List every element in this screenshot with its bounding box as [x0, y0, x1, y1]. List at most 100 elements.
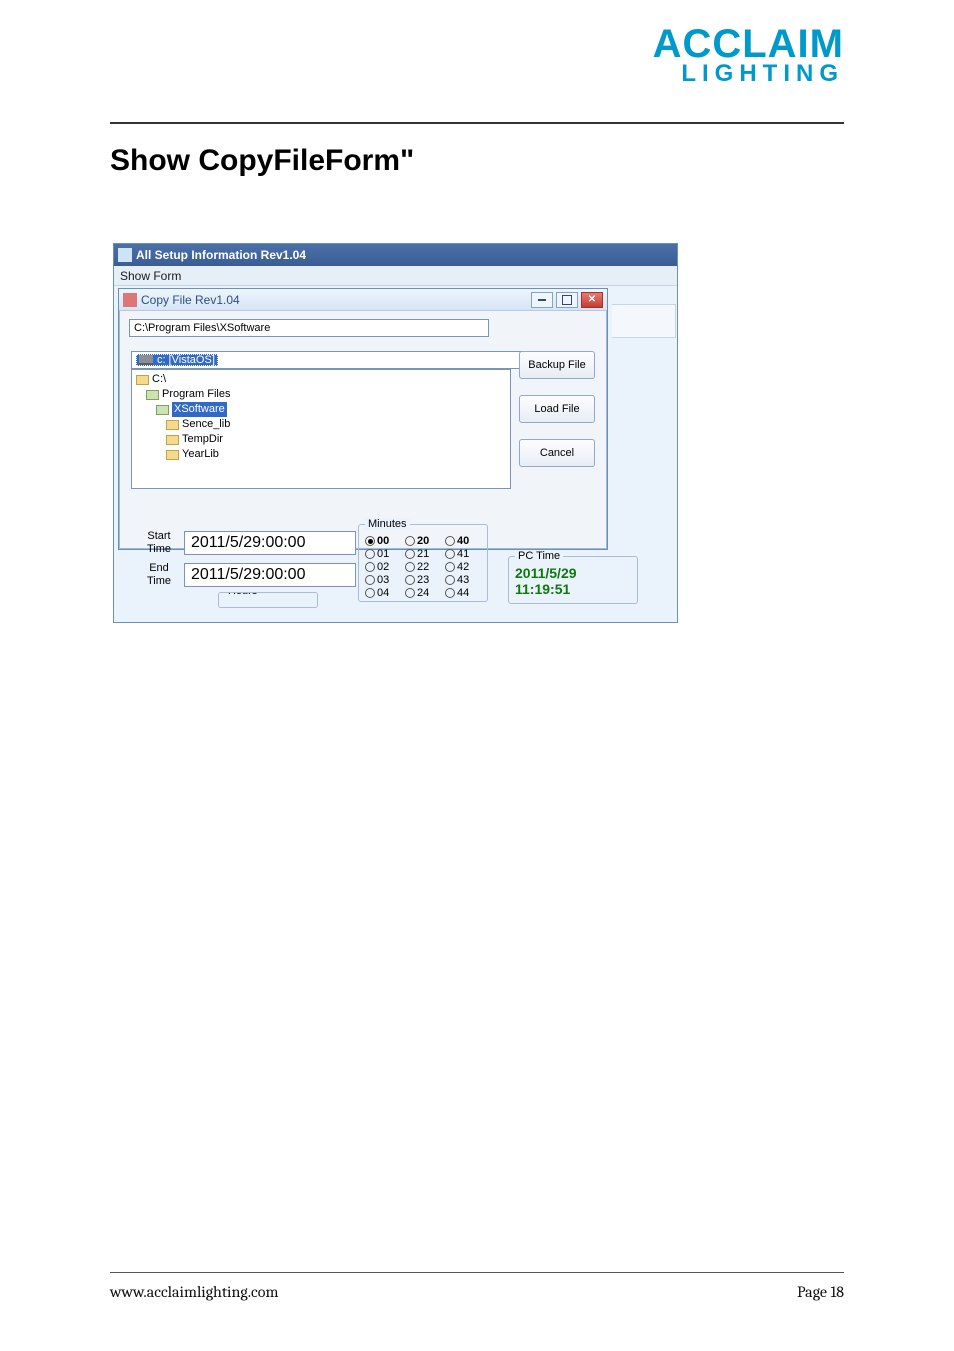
tree-item-label: Program Files [162, 387, 230, 402]
menu-show-form[interactable]: Show Form [120, 269, 181, 283]
minute-option[interactable]: 21 [405, 548, 441, 560]
folder-icon [136, 375, 149, 385]
footer-page: Page 18 [797, 1283, 844, 1301]
inner-window-title: Copy File Rev1.04 [141, 293, 240, 307]
minute-option-label: 03 [377, 574, 389, 586]
window-controls [531, 292, 603, 308]
header-divider [110, 122, 844, 124]
hours-group: Hours [218, 592, 318, 608]
minute-option-label: 21 [417, 548, 429, 560]
minute-option-label: 41 [457, 548, 469, 560]
end-time-label: EndTime [140, 562, 178, 588]
footer-url: www.acclaimlighting.com [110, 1283, 278, 1301]
tree-item[interactable]: C:\ [136, 372, 506, 387]
end-time-field[interactable]: 2011/5/29:00:00 [184, 563, 356, 587]
minute-option-label: 24 [417, 587, 429, 599]
copy-file-window: Copy File Rev1.04 C:\Program Files\XSoft… [118, 288, 608, 550]
time-panel: StartTime 2011/5/29:00:00 EndTime 2011/5… [118, 530, 674, 622]
pc-time-group: PC Time 2011/5/29 11:19:51 [508, 556, 638, 604]
minute-option[interactable]: 41 [445, 548, 481, 560]
tree-item[interactable]: Sence_lib [136, 417, 506, 432]
hours-legend: Hours [225, 592, 260, 597]
load-file-button[interactable]: Load File [519, 395, 595, 423]
radio-icon [365, 562, 375, 572]
folder-tree[interactable]: C:\Program FilesXSoftwareSence_libTempDi… [131, 369, 511, 489]
pc-time-legend: PC Time [515, 550, 563, 562]
cancel-button[interactable]: Cancel [519, 439, 595, 467]
radio-icon [365, 549, 375, 559]
folder-icon [146, 390, 159, 400]
radio-icon [365, 588, 375, 598]
radio-icon [445, 562, 455, 572]
minute-option-label: 22 [417, 561, 429, 573]
minute-option-label: 42 [457, 561, 469, 573]
minute-option-label: 44 [457, 587, 469, 599]
minute-option[interactable]: 23 [405, 574, 441, 586]
brand-logo-sub: LIGHTING [653, 62, 844, 86]
minutes-group: Minutes 002040012141022242032343042444 [358, 524, 488, 602]
minute-option[interactable]: 22 [405, 561, 441, 573]
tree-item-label: Sence_lib [182, 417, 230, 432]
radio-icon [365, 536, 375, 546]
folder-icon [166, 435, 179, 445]
tree-item-label: XSoftware [172, 402, 227, 417]
tree-item[interactable]: XSoftware [136, 402, 506, 417]
path-input[interactable]: C:\Program Files\XSoftware [129, 319, 489, 337]
drive-label: c: [VistaOS] [157, 354, 215, 366]
minute-option[interactable]: 42 [445, 561, 481, 573]
brand-logo-main: ACCLAIM [653, 24, 844, 64]
minute-option[interactable]: 03 [365, 574, 401, 586]
drive-select[interactable]: c: [VistaOS] [131, 351, 541, 369]
brand-logo: ACCLAIM LIGHTING [653, 24, 844, 86]
minute-option-label: 43 [457, 574, 469, 586]
outer-titlebar[interactable]: All Setup Information Rev1.04 [114, 244, 677, 266]
radio-icon [445, 575, 455, 585]
minute-option-label: 02 [377, 561, 389, 573]
page-footer: www.acclaimlighting.com Page 18 [110, 1283, 844, 1301]
app-icon [118, 248, 132, 262]
minimize-button[interactable] [531, 292, 553, 308]
folder-icon [156, 405, 169, 415]
screenshot-window: All Setup Information Rev1.04 Show Form … [113, 243, 678, 623]
minute-option-label: 23 [417, 574, 429, 586]
minute-option[interactable]: 20 [405, 535, 441, 547]
inner-titlebar[interactable]: Copy File Rev1.04 [119, 289, 607, 311]
radio-icon [445, 549, 455, 559]
radio-icon [405, 549, 415, 559]
radio-icon [445, 536, 455, 546]
radio-icon [365, 575, 375, 585]
tree-item[interactable]: YearLib [136, 447, 506, 462]
minute-option-label: 04 [377, 587, 389, 599]
minute-option[interactable]: 44 [445, 587, 481, 599]
minute-option[interactable]: 43 [445, 574, 481, 586]
minute-option[interactable]: 24 [405, 587, 441, 599]
page-title: Show CopyFileForm" [110, 144, 414, 178]
minute-option[interactable]: 01 [365, 548, 401, 560]
tree-item[interactable]: Program Files [136, 387, 506, 402]
start-time-label: StartTime [140, 530, 178, 556]
close-button[interactable] [581, 292, 603, 308]
minute-option-label: 00 [377, 535, 389, 547]
minute-option-label: 01 [377, 548, 389, 560]
start-time-field[interactable]: 2011/5/29:00:00 [184, 531, 356, 555]
maximize-button[interactable] [556, 292, 578, 308]
tree-item-label: C:\ [152, 372, 166, 387]
inner-app-icon [123, 293, 137, 307]
folder-icon [166, 450, 179, 460]
tree-item-label: YearLib [182, 447, 219, 462]
minute-option[interactable]: 04 [365, 587, 401, 599]
cropped-panel-fragment [612, 304, 676, 338]
menubar: Show Form [114, 266, 677, 286]
backup-file-button[interactable]: Backup File [519, 351, 595, 379]
radio-icon [445, 588, 455, 598]
folder-icon [166, 420, 179, 430]
tree-item-label: TempDir [182, 432, 223, 447]
minute-option[interactable]: 00 [365, 535, 401, 547]
tree-item[interactable]: TempDir [136, 432, 506, 447]
radio-icon [405, 588, 415, 598]
minute-option[interactable]: 02 [365, 561, 401, 573]
minutes-legend: Minutes [365, 518, 410, 530]
radio-icon [405, 536, 415, 546]
minute-option[interactable]: 40 [445, 535, 481, 547]
drive-icon [139, 355, 153, 365]
